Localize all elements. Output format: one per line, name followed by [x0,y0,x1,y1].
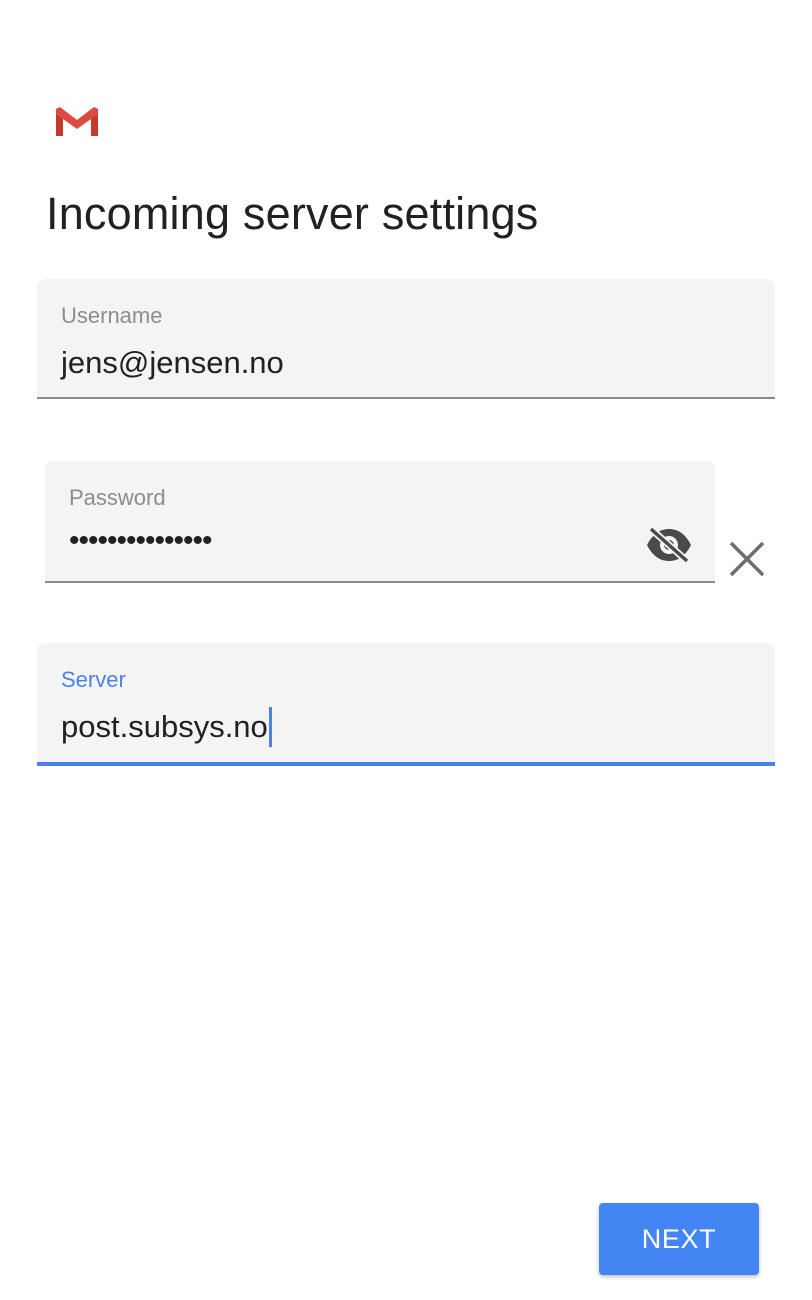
server-value: post.subsys.no [61,709,268,744]
username-value: jens@jensen.no [61,345,284,380]
password-field[interactable]: Password ••••••••••••••• [45,461,715,583]
gmail-logo-icon [56,107,98,136]
page-title: Incoming server settings [46,188,539,239]
username-label: Username [61,303,163,328]
server-value-container: post.subsys.no [61,707,272,747]
username-field[interactable]: Username jens@jensen.no [37,279,775,399]
password-value: ••••••••••••••• [69,524,213,557]
server-label: Server [61,667,126,692]
eye-off-icon[interactable] [645,525,693,565]
next-button[interactable]: NEXT [599,1203,759,1275]
text-cursor [268,707,272,747]
close-icon[interactable] [726,538,768,580]
server-field[interactable]: Server post.subsys.no [37,643,775,766]
password-label: Password [69,485,166,510]
